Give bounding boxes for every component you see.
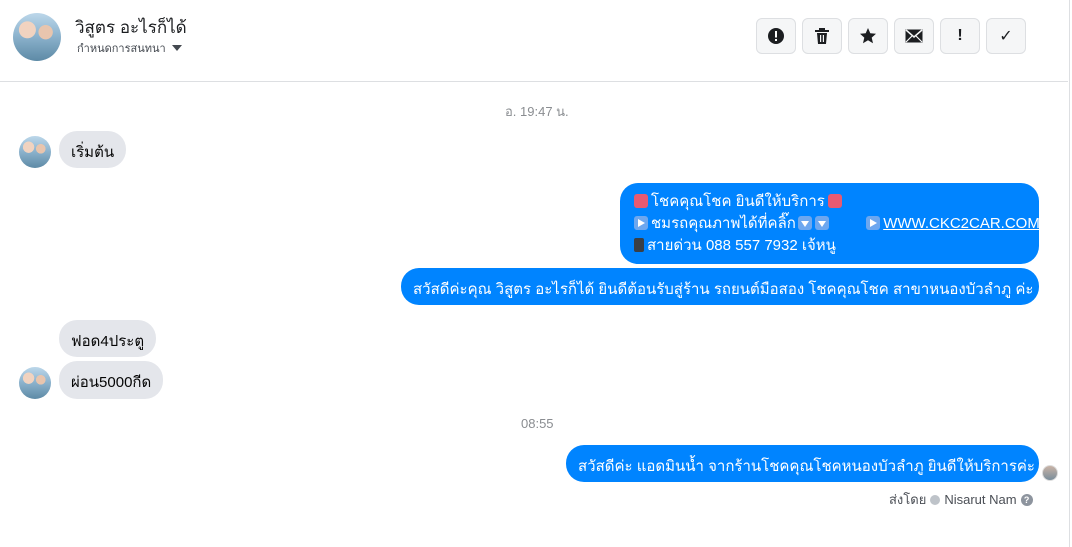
assign-conversation-dropdown[interactable]: กำหนดการสนทนา [77,39,182,57]
mark-unread-button[interactable] [894,18,934,54]
message-line: โชคคุณโชค ยินดีให้บริการ [634,191,1027,213]
sender-avatar [19,136,51,168]
exclamation-circle-icon [768,28,784,44]
report-spam-button[interactable] [756,18,796,54]
outgoing-message: โชคคุณโชค ยินดีให้บริการ ชมรถคุณภาพได้ที… [620,183,1040,264]
star-icon [860,28,876,44]
seen-avatar [1042,465,1058,481]
sparkle-icon [634,194,648,208]
incoming-message: ผ่อน5000กีด [59,361,164,399]
contact-avatar[interactable] [13,13,61,61]
check-icon: ✓ [999,28,1013,45]
sent-by-label: ส่งโดย [889,492,927,507]
message-timestamp: อ. 19:47 น. [505,104,569,119]
star-button[interactable] [848,18,888,54]
message-line: ชมรถคุณภาพได้ที่คลิ๊ก WWW.CKC2CAR.COM [634,213,1040,235]
help-icon[interactable]: ? [1020,493,1033,506]
mark-done-button[interactable]: ✓ [986,18,1026,54]
contact-name[interactable]: วิสูตร อะไรก็ได้ [75,14,187,41]
incoming-message: ฟอด4ประตู [59,320,157,357]
outgoing-message: สวัสดีค่ะ แอดมินน้ำ จากร้านโชคคุณโชคหนอง… [566,445,1039,482]
message-text: สายด่วน 088 557 7932 เจ้หนู [647,237,836,254]
website-link[interactable]: WWW.CKC2CAR.COM [883,215,1040,232]
header-toolbar: ! ✓ [756,18,1026,54]
sparkle-icon [827,194,842,208]
envelope-icon [905,29,923,43]
exclamation-icon: ! [957,27,963,44]
arrow-down-icon [814,216,829,230]
conversation-header: วิสูตร อะไรก็ได้ กำหนดการสนทนา ! ✓ [0,0,1068,82]
message-text: ชมรถคุณภาพได้ที่คลิ๊ก [651,215,796,232]
message-timestamp: 08:55 [521,416,554,431]
outgoing-message: สวัสดีค่ะคุณ วิสูตร อะไรก็ได้ ยินดีต้อนร… [401,268,1039,305]
play-icon [634,216,648,230]
user-icon [930,494,941,505]
caret-down-icon [171,45,182,51]
sent-by-name: Nisarut Nam [944,492,1017,507]
follow-up-button[interactable]: ! [940,18,980,54]
arrow-down-icon [797,216,812,230]
message-line: สายด่วน 088 557 7932 เจ้หนู [634,235,1027,257]
phone-icon [634,238,644,252]
sender-avatar [19,367,51,399]
message-text: โชคคุณโชค ยินดีให้บริการ [651,193,825,210]
play-icon [866,216,881,230]
assign-label: กำหนดการสนทนา [77,43,166,55]
trash-icon [815,28,829,44]
pane-divider [1069,0,1070,547]
delete-button[interactable] [802,18,842,54]
sent-by-info: ส่งโดย Nisarut Nam ? [889,489,1033,510]
incoming-message: เริ่มต้น [59,131,127,168]
